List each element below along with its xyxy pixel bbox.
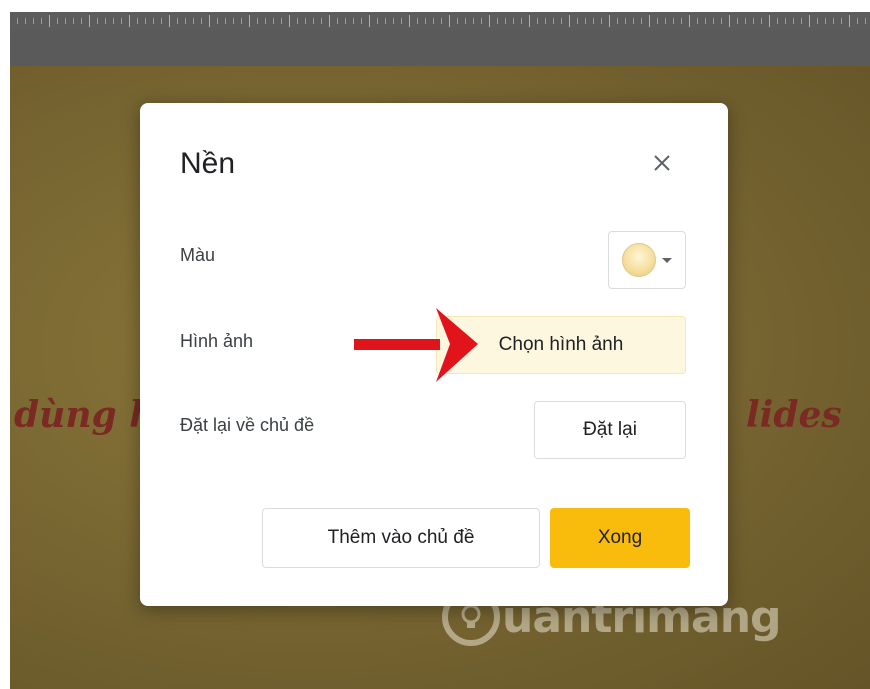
reset-button[interactable]: Đặt lại — [534, 401, 686, 459]
color-label: Màu — [180, 245, 216, 265]
lightbulb-glyph — [461, 604, 481, 628]
color-swatch — [622, 243, 656, 277]
close-button[interactable] — [646, 147, 678, 179]
red-arrow-annotation — [354, 308, 478, 382]
chevron-down-icon — [662, 257, 672, 263]
close-icon — [654, 155, 670, 171]
dialog-title: Nền — [180, 147, 236, 180]
add-to-theme-button[interactable]: Thêm vào chủ đề — [262, 508, 540, 568]
done-button[interactable]: Xong — [550, 508, 690, 568]
ruler — [10, 12, 870, 31]
reset-to-theme-label: Đặt lại về chủ đề — [180, 415, 315, 435]
color-picker-dropdown[interactable] — [608, 231, 686, 289]
slide-title-fragment-right: lides — [746, 394, 842, 436]
screenshot-frame: dùng hiệ lides uantrimang Nền Màu Hình ả… — [0, 0, 870, 689]
image-label: Hình ảnh — [180, 331, 254, 351]
editor-toolbar-band — [10, 30, 870, 66]
